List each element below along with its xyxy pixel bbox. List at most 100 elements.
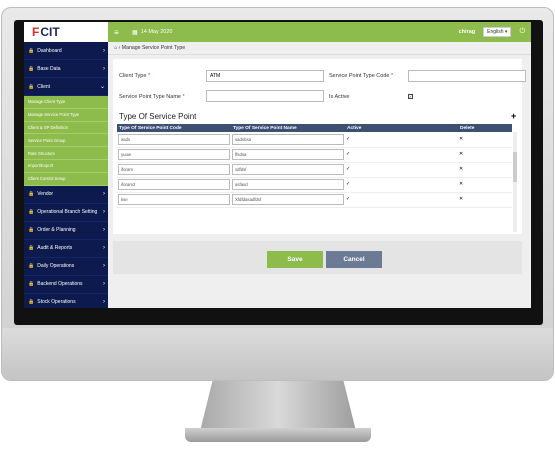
name-input[interactable]: asfasd: [232, 179, 344, 190]
lock-icon: 🔒: [28, 299, 35, 306]
name-input[interactable]: ffsdsa: [232, 149, 344, 160]
sidebar-subitem-manage-service-point-type[interactable]: Manage Service Point Type: [24, 108, 108, 122]
button-bar: Save Cancel: [113, 241, 522, 274]
code-input[interactable]: iforam: [118, 164, 230, 175]
sidebar-item-daily-operations[interactable]: 🔒 Daily Operations ›: [24, 258, 108, 276]
sidebar-subitem-client-sp-definition[interactable]: Client & SP Definition: [24, 121, 108, 135]
lock-icon: 🔒: [28, 227, 35, 234]
delete-icon[interactable]: ✕: [459, 152, 463, 157]
section-title: Type Of Service Point: [119, 112, 197, 121]
lock-icon: 🔒: [28, 83, 35, 90]
name-input[interactable]: sadsbsa: [232, 133, 344, 145]
sidebar-item-label: Audit & Reports: [37, 245, 73, 252]
sp-type-name-field[interactable]: [206, 90, 324, 102]
code-input[interactable]: asds: [118, 133, 230, 145]
chevron-right-icon: ›: [103, 65, 105, 72]
sidebar-item-stock-operations[interactable]: 🔒 Stock Operations ›: [24, 294, 108, 308]
save-button[interactable]: Save: [267, 251, 323, 268]
sidebar-item-label: Dashboard: [37, 47, 62, 54]
chevron-right-icon: ›: [103, 227, 105, 234]
active-checkbox[interactable]: ✓: [346, 152, 350, 157]
sidebar-item-label: Backend Operations: [37, 281, 83, 288]
sidebar-item-dashboard[interactable]: 🔒 Dashboard ›: [24, 42, 108, 60]
sidebar-item-label: Operational Branch Setting: [37, 209, 98, 216]
sidebar-item-label: Daily Operations: [37, 263, 75, 270]
sidebar-subitem-import-export[interactable]: Import/Export: [24, 159, 108, 173]
breadcrumb: ⌂ › Manage Service Point Type: [108, 42, 531, 55]
app-screen: F CIT ≡ ▦ 14 May 2020 chirag English ▾ ⏻…: [24, 22, 531, 308]
sp-type-name-label: Service Point Type Name *: [119, 94, 185, 100]
sidebar-item-base-data[interactable]: 🔒 Base Data ›: [24, 60, 108, 78]
chevron-down-icon: ⌄: [99, 84, 105, 90]
sidebar-item-client[interactable]: 🔒 Client ⌄: [24, 78, 108, 96]
code-input[interactable]: kse: [118, 194, 230, 205]
lock-icon: 🔒: [28, 191, 35, 198]
code-input[interactable]: iforam2: [118, 179, 230, 190]
table-header: Delete: [458, 124, 512, 132]
top-bar: ≡ ▦ 14 May 2020 chirag English ▾ ⏻: [108, 22, 531, 42]
sidebar-subitem-rate-structure[interactable]: Rate Structure: [24, 147, 108, 160]
table-row: yuuw ffsdsa ✓ ✕: [117, 147, 512, 163]
form-panel: Client Type * ATM Service Point Type Cod…: [113, 59, 526, 234]
sidebar-item-backend-operations[interactable]: 🔒 Backend Operations ›: [24, 276, 108, 294]
sidebar-item-vendor[interactable]: 🔒 Vendor ›: [24, 186, 108, 204]
lock-icon: 🔒: [28, 245, 35, 252]
monitor-stand-neck: [200, 381, 356, 431]
active-checkbox[interactable]: ✓: [346, 137, 350, 142]
sidebar-subitem-manage-client-type[interactable]: Manage Client Type: [24, 96, 108, 109]
active-checkbox[interactable]: ✓: [346, 182, 350, 187]
home-icon[interactable]: ⌂: [114, 45, 117, 51]
logo: F CIT: [24, 22, 108, 42]
sidebar-item-label: Base Data: [37, 65, 61, 72]
sidebar-subitem-client-control-setup[interactable]: Client Control Setup: [24, 172, 108, 186]
user-name: chirag: [458, 29, 476, 35]
is-active-label: Is Active: [329, 94, 350, 100]
sidebar-item-audit-reports[interactable]: 🔒 Audit & Reports ›: [24, 240, 108, 258]
lock-icon: 🔒: [28, 65, 35, 72]
table-header: Active: [345, 124, 458, 132]
is-active-checkbox[interactable]: ✓: [408, 94, 413, 99]
delete-icon[interactable]: ✕: [459, 197, 463, 202]
cancel-button[interactable]: Cancel: [326, 251, 382, 268]
chevron-right-icon: ›: [103, 245, 105, 252]
chevron-right-icon: ›: [103, 47, 105, 54]
language-select[interactable]: English ▾: [483, 27, 512, 37]
client-type-field[interactable]: ATM: [206, 70, 324, 82]
active-checkbox[interactable]: ✓: [346, 167, 350, 172]
current-date: 14 May 2020: [140, 29, 173, 35]
table-scrollbar[interactable]: [513, 132, 517, 232]
logo-text: CIT: [40, 25, 60, 39]
chevron-right-icon: ›: [103, 209, 105, 216]
delete-icon[interactable]: ✕: [459, 137, 463, 142]
sp-type-code-label: Service Point Type Code *: [329, 73, 394, 79]
client-type-label: Client Type *: [119, 73, 151, 79]
add-row-icon[interactable]: +: [511, 111, 516, 121]
hamburger-menu-icon[interactable]: ≡: [114, 28, 124, 37]
sidebar: 🔒 Dashboard › 🔒 Base Data › 🔒 Client ⌄ Manage …: [24, 42, 108, 308]
service-point-table: Type Of Service Point Code Type Of Servi…: [117, 124, 512, 208]
name-input[interactable]: Xfdfdasadfdsf: [232, 194, 344, 205]
chevron-right-icon: ›: [103, 263, 105, 270]
monitor-chin: [2, 328, 553, 380]
sidebar-item-label: Vendor: [37, 191, 54, 198]
sidebar-item-label: Order & Planning: [37, 227, 76, 234]
sidebar-item-order-planning[interactable]: 🔒 Order & Planning ›: [24, 222, 108, 240]
sidebar-item-operational-branch-setting[interactable]: 🔒 Operational Branch Setting ›: [24, 204, 108, 222]
delete-icon[interactable]: ✕: [459, 167, 463, 172]
logout-icon[interactable]: ⏻: [519, 28, 525, 36]
table-header: Type Of Service Point Code: [117, 124, 231, 132]
delete-icon[interactable]: ✕: [459, 182, 463, 187]
lock-icon: 🔒: [28, 281, 35, 288]
scrollbar-thumb[interactable]: [513, 152, 517, 182]
sidebar-item-label: Client: [37, 83, 51, 90]
language-value: English: [487, 29, 504, 35]
sp-type-code-field[interactable]: [408, 70, 526, 82]
chevron-right-icon: ›: [103, 281, 105, 288]
name-input[interactable]: sdfdsf: [232, 164, 344, 175]
chevron-right-icon: ›: [103, 191, 105, 198]
table-row: iforam2 asfasd ✓ ✕: [117, 177, 512, 193]
sidebar-subitem-service-point-group[interactable]: Service Point Group: [24, 134, 108, 148]
code-input[interactable]: yuuw: [118, 149, 230, 160]
table-row: asds sadsbsa ✓ ✕: [117, 132, 512, 148]
active-checkbox[interactable]: ✓: [346, 197, 350, 202]
